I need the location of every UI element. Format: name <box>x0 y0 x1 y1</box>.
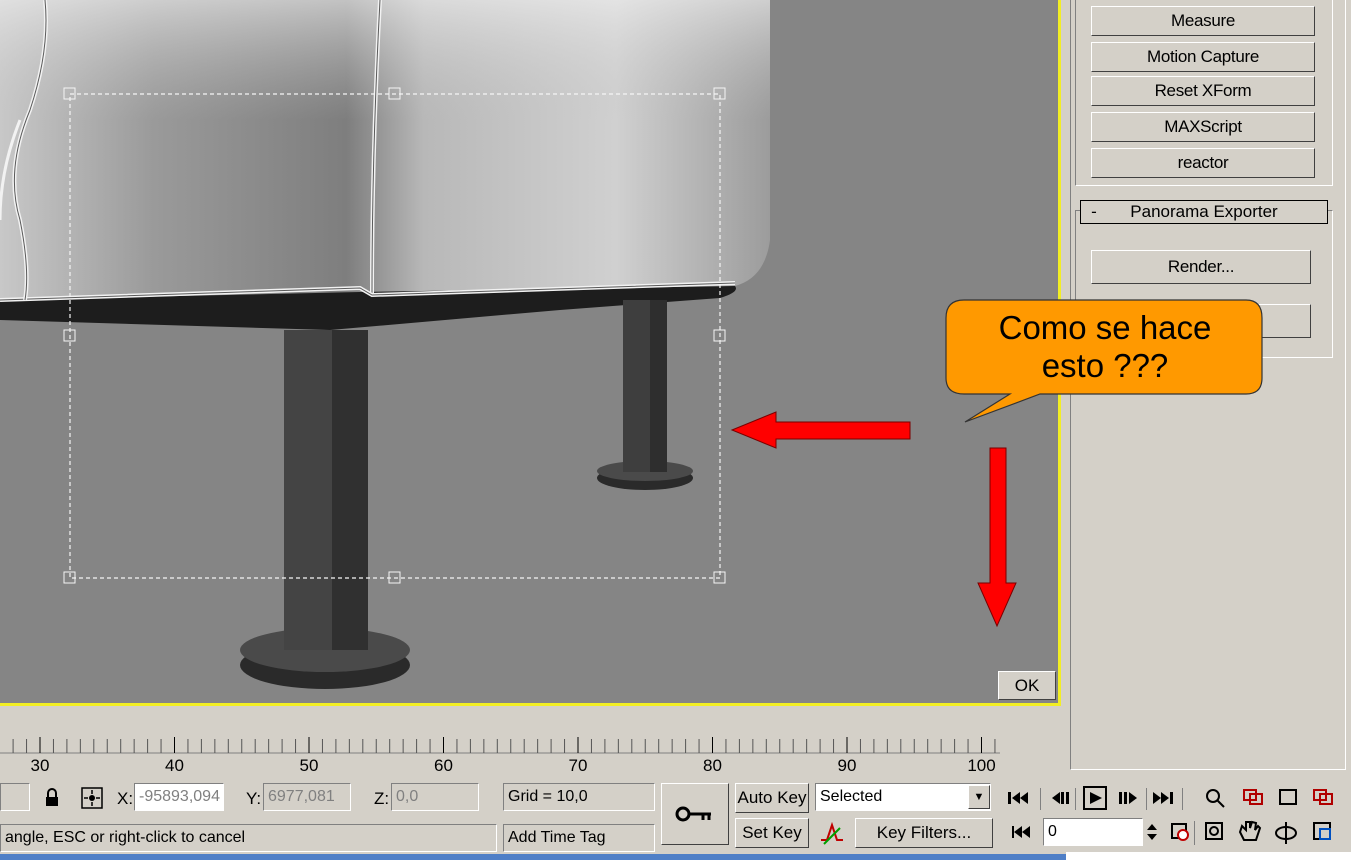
chevron-down-icon[interactable]: ▼ <box>968 785 990 809</box>
timeline-tick-label: 70 <box>568 756 588 775</box>
go-to-end-icon <box>1153 792 1173 804</box>
callout-line-1: Como se hace <box>998 309 1212 346</box>
timeline-tick-label: 50 <box>299 756 319 775</box>
key-mode-toggle-icon[interactable] <box>1008 818 1036 846</box>
set-key-button[interactable]: Set Key <box>735 818 809 848</box>
zoom-icon <box>1206 789 1225 808</box>
panel-bottom-strip <box>1066 852 1351 860</box>
key-mode-select[interactable]: Selected ▼ <box>815 783 991 811</box>
time-configuration-icon <box>1171 823 1189 841</box>
arc-rotate-icon <box>1275 822 1297 844</box>
timeline-ruler[interactable] <box>0 733 1040 775</box>
curve-editor-icon[interactable] <box>818 820 846 848</box>
previous-frame-icon <box>1052 792 1069 804</box>
selection-count-field <box>0 783 30 811</box>
maximize-viewport-icon <box>1313 822 1331 840</box>
current-frame-field[interactable]: 0 <box>1043 818 1143 846</box>
zoom-extents-all-icon <box>1313 789 1333 805</box>
timeline-tick-label: 80 <box>703 756 722 775</box>
z-label: Z: <box>374 789 390 808</box>
timeline-tick-label: 100 <box>967 756 996 775</box>
go-to-start-icon <box>1008 792 1028 804</box>
key-mode-value: Selected <box>820 788 883 805</box>
callout-text: Como se hace esto ??? <box>948 300 1262 394</box>
add-time-tag-field[interactable]: Add Time Tag <box>503 824 655 852</box>
next-frame-icon <box>1119 792 1137 804</box>
y-coordinate-field[interactable]: 6977,081 <box>263 783 351 811</box>
pan-hand-icon <box>1238 820 1262 841</box>
absolute-mode-icon[interactable] <box>80 786 104 810</box>
set-key-mode-button[interactable] <box>661 783 729 845</box>
prompt-line: angle, ESC or right-click to cancel <box>0 824 497 852</box>
frame-spinner-icon[interactable] <box>1143 818 1161 846</box>
key-icon <box>675 806 711 822</box>
callout-line-2: esto ??? <box>1041 347 1169 384</box>
play-icon <box>1083 786 1107 810</box>
timeline-tick-label: 60 <box>434 756 453 775</box>
taskbar-edge <box>0 854 1066 860</box>
zoom-extents-icon <box>1279 789 1297 805</box>
nav-controls-row2[interactable] <box>1168 818 1348 848</box>
auto-key-button[interactable]: Auto Key <box>735 783 809 813</box>
grid-size-field: Grid = 10,0 <box>503 783 655 811</box>
lock-icon[interactable] <box>40 786 64 810</box>
key-filters-button[interactable]: Key Filters... <box>855 818 993 848</box>
playback-controls[interactable] <box>1004 784 1348 814</box>
timeline-tick-label: 30 <box>30 756 50 775</box>
x-coordinate-field[interactable]: -95893,094 <box>134 783 224 811</box>
x-label: X: <box>117 789 134 808</box>
timeline-ticks <box>0 737 1000 754</box>
callout-bubble <box>945 299 1263 423</box>
y-label: Y: <box>246 789 262 808</box>
timeline-tick-label: 40 <box>165 756 184 775</box>
region-zoom-icon <box>1205 822 1223 840</box>
zoom-all-icon <box>1243 789 1263 805</box>
z-coordinate-field[interactable]: 0,0 <box>391 783 479 811</box>
timeline-tick-label: 90 <box>837 756 857 775</box>
